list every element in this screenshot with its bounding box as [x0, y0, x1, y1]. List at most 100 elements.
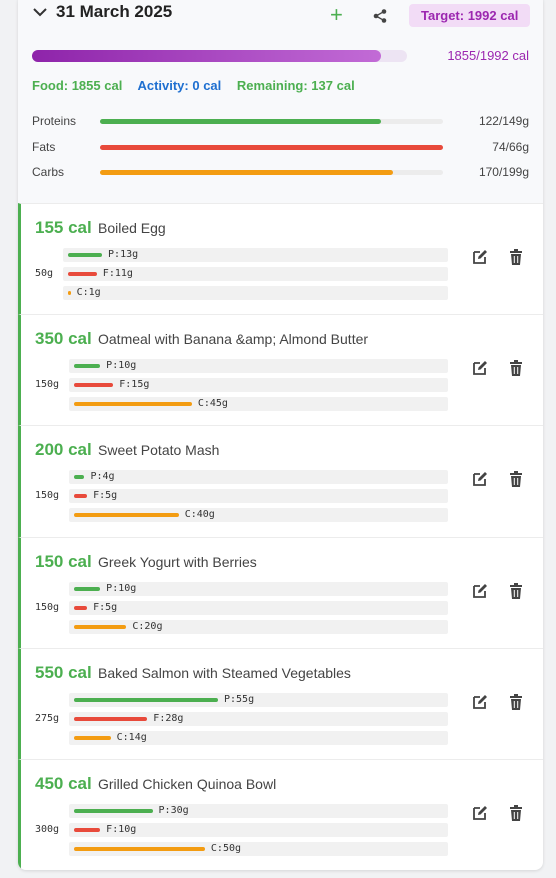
entry-carb-label: C:40g — [184, 509, 215, 521]
macro-bar-carbs — [100, 170, 443, 175]
activity-calories: Activity: 0 cal — [137, 78, 222, 93]
entry-protein-fill — [74, 586, 101, 591]
macro-bar-fats — [100, 145, 443, 150]
entry-fat-fill — [74, 716, 148, 721]
trash-icon[interactable] — [507, 248, 525, 266]
macro-bar-proteins — [100, 119, 443, 124]
entry-fat-fill — [74, 605, 88, 610]
entry-weight: 275g — [35, 712, 60, 724]
edit-icon[interactable] — [471, 804, 489, 822]
entry-carb-fill — [74, 624, 127, 629]
macro-label-fats: Fats — [32, 140, 56, 154]
food-entry: 350 cal Oatmeal with Banana &amp; Almond … — [18, 314, 543, 427]
entry-protein-bar: P:13g — [63, 248, 448, 262]
entry-fat-fill — [74, 828, 101, 832]
entry-fat-bar: F:15g — [69, 378, 448, 393]
food-entry: 450 cal Grilled Chicken Quinoa Bowl 300g P:… — [18, 759, 543, 870]
macro-value-carbs: 170/199g — [478, 165, 529, 179]
calorie-progress-fill — [32, 50, 382, 62]
entry-fat-fill — [68, 272, 97, 276]
entry-calories: 155 cal — [35, 218, 92, 237]
day-card: 31 March 2025 + Target: 1992 cal 1855/19… — [18, 0, 543, 870]
macro-bar-fill — [100, 119, 381, 124]
entry-calories: 200 cal — [35, 440, 92, 460]
entry-fat-bar: F:10g — [69, 823, 448, 837]
edit-icon[interactable] — [471, 359, 489, 377]
entry-carb-bar: C:14g — [69, 730, 448, 745]
entry-protein-label: P:30g — [158, 805, 189, 816]
edit-icon[interactable] — [471, 470, 489, 488]
entry-fat-bar: F:28g — [69, 711, 448, 726]
entry-protein-fill — [74, 809, 153, 813]
entry-weight: 50g — [35, 268, 54, 279]
macro-bar-fill — [100, 170, 393, 175]
macro-value-proteins: 122/149g — [478, 114, 529, 128]
entry-fat-label: F:5g — [93, 490, 118, 502]
entry-protein-bar: P:4g — [69, 470, 448, 485]
target-badge: Target: 1992 cal — [409, 4, 531, 27]
entry-carb-label: C:14g — [116, 731, 147, 743]
entry-fat-bar: F:5g — [69, 489, 448, 504]
entry-weight: 300g — [35, 824, 60, 835]
entry-calories: 150 cal — [35, 551, 92, 571]
edit-icon[interactable] — [471, 248, 489, 266]
edit-icon[interactable] — [471, 582, 489, 600]
entry-fat-label: F:28g — [153, 712, 184, 724]
entry-protein-label: P:10g — [106, 360, 137, 372]
add-entry-button[interactable]: + — [330, 4, 343, 26]
food-calories: Food: 1855 cal — [32, 78, 123, 93]
calorie-total: 1855/1992 cal — [447, 48, 529, 63]
entry-fat-label: F:15g — [119, 379, 150, 391]
entry-name: Sweet Potato Mash — [98, 442, 220, 459]
entry-protein-bar: P:30g — [69, 804, 448, 818]
entry-fat-fill — [74, 383, 114, 388]
entry-fat-bar: F:11g — [63, 267, 448, 281]
entry-protein-label: P:55g — [224, 693, 255, 705]
macro-label-carbs: Carbs — [32, 165, 65, 179]
entry-calories: 450 cal — [35, 774, 92, 793]
entry-carb-fill — [74, 402, 192, 407]
trash-icon[interactable] — [507, 582, 525, 600]
food-entry: 200 cal Sweet Potato Mash 150g P:4g F:5g C:40… — [18, 425, 543, 538]
entry-carb-bar: C:40g — [69, 508, 448, 523]
day-summary: 31 March 2025 + Target: 1992 cal 1855/19… — [18, 0, 543, 204]
trash-icon[interactable] — [507, 693, 525, 711]
trash-icon[interactable] — [507, 804, 525, 822]
entry-carb-label: C:20g — [132, 620, 163, 632]
date-header[interactable]: 31 March 2025 — [32, 2, 172, 22]
entry-name: Baked Salmon with Steamed Vegetables — [98, 664, 351, 681]
entry-protein-fill — [74, 697, 218, 702]
chevron-down-icon[interactable] — [32, 4, 48, 20]
macro-bar-fill — [100, 145, 443, 150]
edit-icon[interactable] — [471, 693, 489, 711]
entry-carb-fill — [74, 847, 205, 851]
entry-protein-label: P:10g — [106, 582, 137, 594]
entry-calories: 350 cal — [35, 329, 92, 349]
macro-label-proteins: Proteins — [32, 114, 77, 128]
entry-carb-bar: C:20g — [69, 619, 448, 634]
food-entry: 155 cal Boiled Egg 50g P:13g F:11g C:1g — [18, 203, 543, 316]
macro-value-fats: 74/66g — [492, 140, 529, 154]
food-entry: 150 cal Greek Yogurt with Berries 150g P:10… — [18, 536, 543, 649]
share-icon[interactable] — [373, 9, 387, 23]
entry-protein-bar: P:55g — [69, 692, 448, 707]
food-entry: 550 cal Baked Salmon with Steamed Vegetab… — [18, 647, 543, 760]
trash-icon[interactable] — [507, 470, 525, 488]
entry-protein-fill — [68, 253, 103, 257]
entry-fat-label: F:11g — [102, 268, 133, 279]
entry-protein-label: P:13g — [108, 249, 139, 260]
entry-name: Grilled Chicken Quinoa Bowl — [98, 776, 277, 792]
entry-carb-label: C:1g — [76, 287, 101, 298]
entry-carb-fill — [74, 513, 179, 518]
entry-protein-bar: P:10g — [69, 359, 448, 374]
entry-weight: 150g — [35, 490, 60, 502]
entry-fat-bar: F:5g — [69, 600, 448, 615]
entry-carb-bar: C:50g — [69, 842, 448, 856]
entry-name: Greek Yogurt with Berries — [98, 553, 257, 570]
day-date: 31 March 2025 — [56, 2, 173, 21]
entry-carb-fill — [74, 735, 111, 740]
trash-icon[interactable] — [507, 359, 525, 377]
calorie-stats: Food: 1855 cal Activity: 0 cal Remaining… — [32, 78, 367, 93]
entry-protein-fill — [74, 364, 101, 369]
entry-carb-label: C:45g — [197, 398, 228, 410]
